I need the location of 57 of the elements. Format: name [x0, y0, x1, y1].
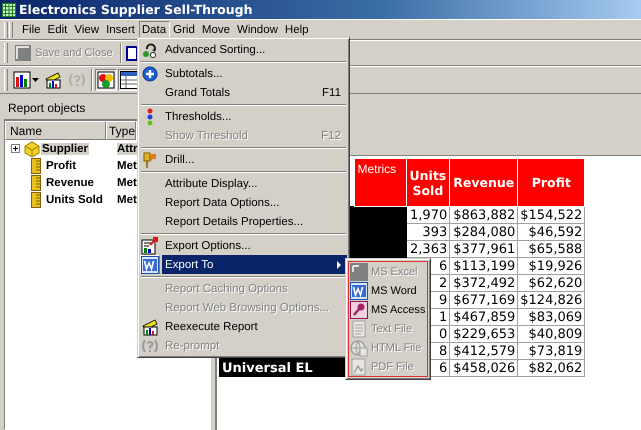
column-header[interactable]: Name — [5, 121, 106, 140]
table-cell: $458,026 — [450, 360, 518, 376]
table-cell: $40,809 — [518, 326, 585, 342]
menu-item[interactable]: Window — [234, 20, 282, 38]
menu-item[interactable]: Help — [282, 20, 313, 38]
table-cell: $124,826 — [518, 292, 585, 308]
window-title: Electronics Supplier Sell-Through — [19, 2, 253, 17]
shortcut-label: F11 — [322, 86, 341, 98]
table-cell: 1,970 — [406, 206, 450, 224]
object-name[interactable]: Profit — [45, 160, 78, 172]
menu-item[interactable]: Export To — [162, 255, 347, 274]
table-cell: $83,069 — [518, 308, 585, 326]
menu-item[interactable]: Insert — [103, 20, 139, 38]
menu-item[interactable]: Advanced Sorting... — [162, 40, 347, 59]
table-cell: $82,062 — [518, 360, 585, 376]
column-header[interactable]: Type — [106, 121, 136, 140]
menu-item[interactable]: Edit — [44, 20, 72, 38]
menu-item[interactable]: Move — [198, 20, 234, 38]
table-cell: $677,169 — [450, 292, 518, 308]
table-cell: $284,080 — [450, 224, 518, 240]
object-type: Met — [117, 160, 137, 172]
table-cell: $73,819 — [518, 342, 585, 360]
menu-item[interactable]: View — [71, 20, 104, 38]
object-name[interactable]: Supplier — [41, 142, 90, 154]
table-cell: $372,492 — [450, 274, 518, 292]
menu-item[interactable]: Export Options... — [162, 236, 347, 255]
table-cell: 2,363 — [406, 240, 450, 258]
menu-item[interactable]: Report Details Properties... — [162, 212, 347, 231]
column-header: Metrics — [354, 158, 406, 206]
menu-item[interactable]: Report Data Options... — [162, 193, 347, 212]
menu-item[interactable]: File — [19, 20, 45, 38]
menu-item[interactable]: Grid — [170, 20, 199, 38]
table-cell: $863,882 — [450, 206, 518, 224]
table-cell: $65,588 — [518, 240, 585, 258]
menu-item[interactable]: Subtotals... — [162, 64, 347, 83]
object-name[interactable]: Units Sold — [45, 194, 104, 206]
table-cell: $377,961 — [450, 240, 518, 258]
object-type: Met — [117, 176, 137, 188]
table-cell: $62,620 — [518, 274, 585, 292]
object-type: Attr — [117, 142, 138, 154]
shortcut-label: F12 — [321, 130, 341, 142]
table-cell: 393 — [406, 224, 450, 240]
table-cell: $46,592 — [518, 224, 585, 240]
table-cell: $229,653 — [450, 326, 518, 342]
column-header: Units Sold — [406, 158, 450, 206]
table-cell: $19,926 — [518, 258, 585, 274]
column-header: Profit — [518, 158, 585, 206]
menu-item[interactable]: Attribute Display... — [162, 174, 347, 193]
object-type: Met — [117, 194, 137, 206]
object-name[interactable]: Revenue — [45, 176, 95, 188]
table-cell: $113,199 — [450, 258, 518, 274]
menu-item[interactable]: Drill... — [162, 150, 347, 169]
menu-item[interactable]: Reexecute Report — [162, 317, 347, 336]
table-cell: $467,859 — [450, 308, 518, 326]
column-header: Revenue — [450, 158, 518, 206]
table-cell: $154,522 — [518, 206, 585, 224]
table-cell: $412,579 — [450, 342, 518, 360]
